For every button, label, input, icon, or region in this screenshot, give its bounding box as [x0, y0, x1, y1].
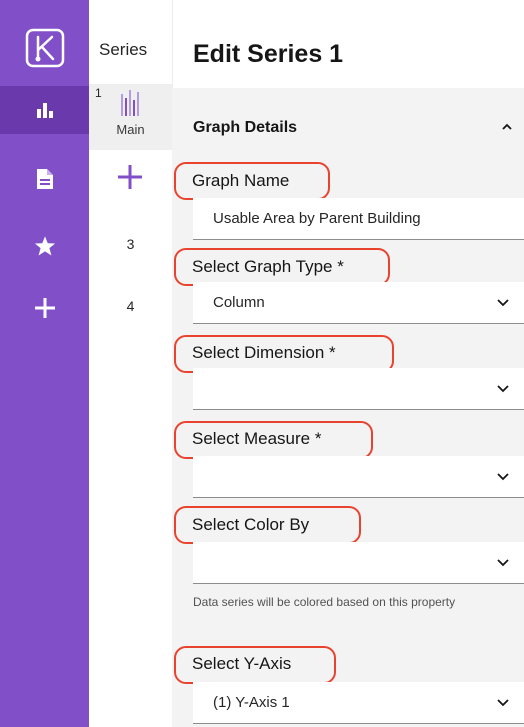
nav-rail	[0, 0, 89, 727]
series-item-3[interactable]: 3	[89, 236, 172, 252]
graph-type-value: Column	[213, 294, 265, 311]
graph-name-label: Graph Name	[192, 171, 290, 190]
add-series-button[interactable]	[115, 162, 145, 192]
series-number: 1	[95, 86, 102, 100]
series-item-label: Main	[116, 122, 145, 137]
star-icon	[34, 236, 55, 256]
chevron-down-icon	[497, 699, 509, 707]
y-axis-value: (1) Y-Axis 1	[213, 694, 290, 711]
color-by-label: Select Color By	[192, 515, 310, 534]
color-by-helper-text: Data series will be colored based on thi…	[193, 595, 456, 609]
chevron-down-icon	[497, 473, 509, 481]
measure-select[interactable]	[193, 456, 524, 498]
series-panel-title: Series	[99, 40, 148, 59]
dimension-select[interactable]	[193, 368, 524, 410]
column-chart-thumbnail-icon	[121, 90, 139, 116]
chevron-down-icon	[497, 385, 509, 393]
bar-chart-icon	[36, 103, 53, 118]
page-title: Edit Series 1	[193, 40, 344, 68]
plus-icon	[118, 165, 142, 189]
series-item-1[interactable]: 1 Main	[89, 84, 172, 150]
series-item-4[interactable]: 4	[89, 298, 172, 314]
graph-type-select[interactable]: Column	[193, 282, 524, 324]
y-axis-select[interactable]: (1) Y-Axis 1	[193, 682, 524, 724]
chevron-up-icon[interactable]	[500, 120, 514, 134]
measure-label: Select Measure *	[192, 429, 322, 448]
section-title: Graph Details	[193, 119, 298, 136]
series-panel: Series 1 Main 3 4	[89, 0, 173, 727]
chevron-down-icon	[497, 559, 509, 567]
edit-panel: Edit Series 1 Graph Details Graph Name U…	[172, 0, 524, 727]
nav-item-documents[interactable]	[0, 155, 89, 203]
y-axis-label: Select Y-Axis	[192, 654, 292, 673]
document-icon	[36, 169, 53, 189]
graph-name-input[interactable]: Usable Area by Parent Building	[193, 198, 524, 240]
nav-item-favorites[interactable]	[0, 222, 89, 270]
plus-icon	[34, 298, 55, 318]
nav-item-add[interactable]	[0, 284, 89, 332]
chevron-down-icon	[497, 299, 509, 307]
graph-type-label: Select Graph Type *	[192, 257, 344, 276]
nav-item-charts[interactable]	[0, 86, 89, 134]
dimension-label: Select Dimension *	[192, 343, 336, 362]
color-by-select[interactable]	[193, 542, 524, 584]
graph-name-value: Usable Area by Parent Building	[213, 210, 421, 227]
app-logo-icon[interactable]	[25, 28, 65, 68]
graph-details-accordion-header[interactable]: Graph Details	[172, 88, 524, 168]
